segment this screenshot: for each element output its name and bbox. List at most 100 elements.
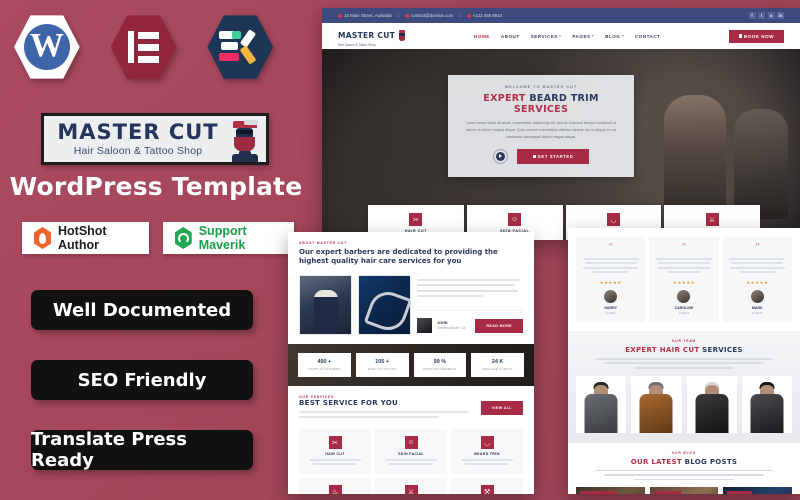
nav-link-contact[interactable]: CONTACT bbox=[635, 34, 661, 39]
service-card-hair-cut[interactable]: ✂ HAIR CUT bbox=[299, 429, 371, 475]
logo-subtitle: Hair Saloon & Tattoo Shop bbox=[73, 144, 203, 157]
testimonial-card: ” ★★★★★ CAROLINE CLIENT bbox=[649, 237, 719, 322]
blog-card[interactable]: BARBER SHOP bbox=[576, 487, 645, 494]
blog-card[interactable]: TATTOO bbox=[723, 487, 793, 494]
stat-value: 105 + bbox=[375, 359, 389, 366]
nav-link-home[interactable]: HOME bbox=[474, 34, 490, 39]
team-member-card[interactable] bbox=[631, 375, 682, 433]
blog-section: OUR BLOG OUR LATEST BLOG POSTS BARBER SH… bbox=[568, 442, 800, 494]
flame-icon bbox=[34, 227, 51, 249]
blog-heading: OUR LATEST BLOG POSTS bbox=[576, 458, 792, 466]
testimonial-text bbox=[728, 257, 787, 276]
facebook-icon[interactable]: f bbox=[748, 12, 756, 19]
about-image-barber bbox=[299, 274, 352, 335]
support-maverik-label: Support Maverik bbox=[198, 224, 247, 252]
wordpress-icon: W bbox=[14, 14, 80, 80]
service-card-hair-dye[interactable]: ⚒ HAIR DYE bbox=[451, 478, 523, 494]
blog-card-tag: TATTOO bbox=[727, 491, 752, 494]
about-section: ABOUT MASTER CUT Our expert barbers are … bbox=[288, 232, 534, 344]
linkedin-icon[interactable]: in bbox=[777, 12, 784, 19]
stat-value: 24 K bbox=[491, 359, 504, 366]
twitter-icon[interactable]: t bbox=[758, 12, 765, 19]
chevron-down-icon bbox=[559, 35, 562, 37]
book-now-button[interactable]: BOOK NOW bbox=[728, 29, 784, 43]
team-heading-part2: SERVICES bbox=[702, 345, 743, 354]
get-started-label: GET STARTED bbox=[537, 153, 574, 159]
about-author: JOHN Certified Master Cut READ MORE bbox=[417, 310, 523, 334]
headset-icon bbox=[174, 227, 192, 249]
nav-link-blog[interactable]: BLOG bbox=[605, 34, 624, 39]
elementor-stack bbox=[138, 31, 159, 63]
hero-content-card: WELCOME TO MASTER CUT EXPERT BEARD TRIM … bbox=[448, 75, 634, 177]
testimonial-text bbox=[654, 257, 713, 276]
instagram-icon[interactable]: o bbox=[767, 12, 775, 19]
testimonials-section: ” ★★★★★ HARRY CLIENT ” ★★★★★ CAROLINE CL… bbox=[568, 228, 800, 331]
service-card-hair-wash[interactable]: ♨ HAIR WASH bbox=[299, 478, 371, 494]
navbar-logo-subtitle: Hair Saloon & Tattoo Shop bbox=[338, 43, 376, 48]
service-card-skin-facial[interactable]: ☺ SKIN FACIAL bbox=[375, 429, 447, 475]
hotshot-author-label: HotShot Author bbox=[58, 224, 107, 252]
hotshot-author-badge: HotShot Author bbox=[22, 222, 149, 254]
play-icon[interactable] bbox=[492, 148, 508, 164]
topbar-separator-2: | bbox=[459, 13, 461, 18]
about-author-role: Certified Master Cut bbox=[437, 326, 466, 331]
avatar bbox=[604, 289, 618, 303]
service-card-beard-trim[interactable]: ◡ BEARD TRIM bbox=[451, 429, 523, 475]
elementor-icon bbox=[110, 14, 177, 80]
stat-label: REGULAR CLIENTS bbox=[482, 366, 513, 371]
stats-section: 400 + HAPPY CUSTOMERS 105 + HAIR CUT STY… bbox=[288, 343, 534, 386]
browser-mockup-home: 10 Main Street, Australia | contact@doma… bbox=[322, 8, 800, 240]
team-member-grid bbox=[576, 375, 792, 433]
nav-link-pages[interactable]: PAGES bbox=[572, 34, 595, 39]
calendar-icon bbox=[738, 34, 742, 38]
about-eyebrow: ABOUT MASTER CUT bbox=[299, 241, 348, 245]
team-paragraph bbox=[576, 357, 792, 369]
face-icon: ☺ bbox=[508, 213, 522, 226]
hero-client-figure bbox=[734, 109, 788, 219]
beard-icon: ◡ bbox=[606, 213, 620, 226]
shaving-icon: ⚔ bbox=[404, 485, 418, 494]
location-icon bbox=[338, 13, 342, 18]
quote-icon: ” bbox=[754, 241, 761, 254]
stat-value: 99 % bbox=[433, 359, 447, 366]
hero-title-part2: BEARD TRIM bbox=[529, 93, 599, 104]
nav-link-about[interactable]: ABOUT bbox=[501, 34, 520, 39]
barber-mascot-icon-small bbox=[398, 30, 406, 42]
face-icon: ☺ bbox=[404, 436, 418, 450]
site-topbar: 10 Main Street, Australia | contact@doma… bbox=[322, 8, 800, 23]
testimonial-name: HARRY bbox=[604, 305, 617, 310]
team-member-card[interactable] bbox=[686, 375, 737, 433]
testimonial-name: CAROLINE bbox=[674, 305, 694, 310]
blog-card-tag: HAIR CUT bbox=[653, 491, 682, 494]
team-member-card[interactable] bbox=[576, 375, 627, 433]
navbar-logo-title: MASTER CUT bbox=[338, 30, 396, 40]
best-service-section: OUR SERVICES BEST SERVICE FOR YOU VIEW A… bbox=[288, 386, 534, 494]
stat-label: POSITIVE FEEDBACK bbox=[423, 366, 457, 371]
promo-headline: WordPress Template bbox=[9, 172, 303, 201]
blog-card-grid: BARBER SHOP HAIR CUT TATTOO bbox=[576, 487, 793, 494]
get-started-button[interactable]: GET STARTED bbox=[516, 148, 590, 164]
hero-title: EXPERT BEARD TRIM SERVICES bbox=[461, 93, 621, 115]
nav-link-services[interactable]: SERVICES bbox=[531, 34, 562, 39]
topbar-phone: +123 456 8910 bbox=[466, 13, 502, 18]
team-heading: EXPERT HAIR CUT SERVICES bbox=[576, 346, 792, 354]
hero-title-part3: SERVICES bbox=[513, 104, 569, 115]
team-member-card[interactable] bbox=[741, 375, 792, 433]
feature-seo-friendly: SEO Friendly bbox=[31, 360, 253, 400]
testimonial-role: CLIENT bbox=[678, 310, 690, 315]
mail-icon bbox=[404, 13, 409, 18]
chevron-down-icon bbox=[592, 35, 595, 37]
about-heading: Our expert barbers are dedicated to prov… bbox=[299, 248, 498, 266]
topbar-separator-1: | bbox=[397, 13, 399, 18]
hero-eyebrow: WELCOME TO MASTER CUT bbox=[504, 85, 578, 89]
read-more-button[interactable]: READ MORE bbox=[475, 318, 523, 333]
view-all-button[interactable]: VIEW ALL bbox=[480, 400, 523, 415]
service-card-shaving[interactable]: ⚔ SHAVING bbox=[375, 478, 447, 494]
avatar bbox=[750, 289, 764, 303]
blog-card[interactable]: HAIR CUT bbox=[649, 487, 719, 494]
feature-translate-press-ready: Translate Press Ready bbox=[31, 429, 253, 471]
navbar-logo[interactable]: MASTER CUT Hair Saloon & Tattoo Shop bbox=[338, 25, 406, 48]
hero-section: WELCOME TO MASTER CUT EXPERT BEARD TRIM … bbox=[322, 49, 800, 240]
star-rating: ★★★★★ bbox=[599, 279, 622, 285]
blog-card-tag: BARBER SHOP bbox=[580, 491, 617, 494]
